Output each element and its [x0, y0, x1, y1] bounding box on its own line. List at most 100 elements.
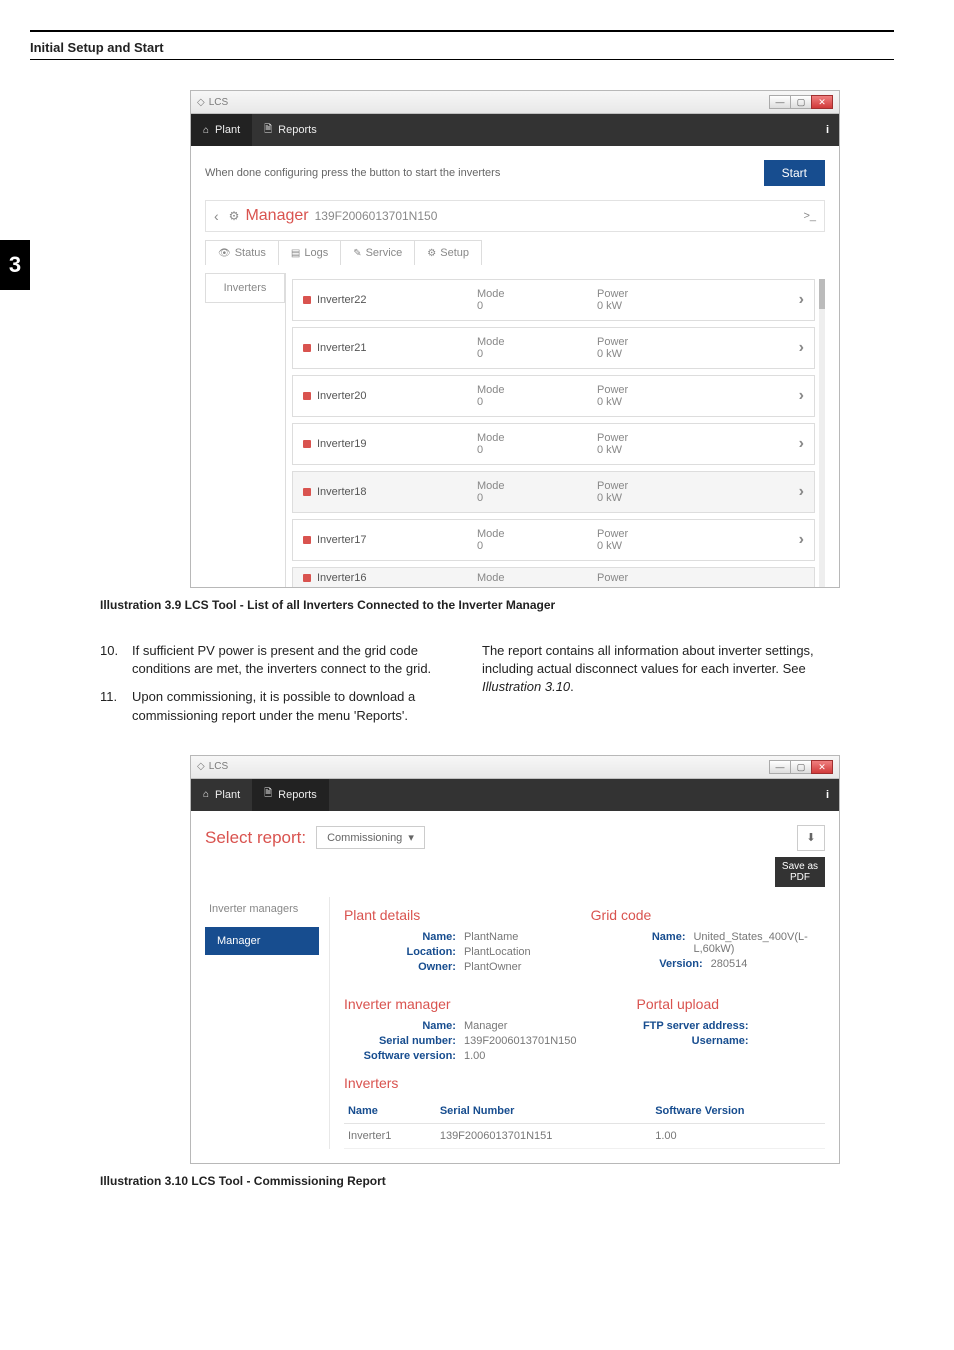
right-text-c: .	[570, 679, 574, 694]
window-controls: —▢✕	[770, 95, 833, 109]
save-pdf-l1: Save as	[781, 861, 819, 872]
kv-row: Username:	[637, 1035, 825, 1047]
body-two-col: 10. If sufficient PV power is present an…	[100, 642, 824, 735]
scrollbar-track[interactable]	[819, 279, 825, 587]
kv-key: Owner:	[344, 961, 464, 973]
nav-plant-label: Plant	[215, 124, 240, 136]
tab-service[interactable]: ✎ Service	[340, 240, 415, 265]
sidetab-inverters[interactable]: Inverters	[205, 273, 285, 303]
step-10-text: If sufficient PV power is present and th…	[132, 642, 442, 678]
power-col: Power0 kW	[597, 384, 717, 408]
step-10-num: 10.	[100, 642, 132, 678]
tab-logs[interactable]: ▤ Logs	[278, 240, 341, 265]
window-titlebar-2: ◇ LCS —▢✕	[191, 756, 839, 779]
inverter-layout: Inverters Inverter22Mode0Power0 kW› Inver…	[205, 273, 825, 587]
td-serial: 139F2006013701N151	[436, 1123, 651, 1148]
td-sw: 1.00	[651, 1123, 825, 1148]
select-report-row: Select report: Commissioning ▾ ⬇	[205, 825, 825, 851]
kv-value: 1.00	[464, 1050, 485, 1062]
table-row: Inverter1139F2006013701N1511.00	[344, 1123, 825, 1148]
nav-info[interactable]: i	[826, 124, 839, 136]
home-icon: ⌂	[203, 125, 209, 136]
inverter-name: Inverter16	[317, 572, 477, 584]
inverter-row[interactable]: Inverter22Mode0Power0 kW›	[292, 279, 815, 321]
report-layout: Inverter managers Manager Plant details …	[205, 897, 825, 1149]
download-icon: ⬇	[806, 831, 815, 844]
nav-reports[interactable]: 🗎 Reports	[252, 114, 329, 146]
mode-col: Mode0	[477, 480, 597, 504]
inverters-section-title: Inverters	[344, 1075, 825, 1091]
kv-row: Name:PlantName	[344, 931, 531, 943]
tab-service-label: Service	[366, 247, 403, 259]
manager-serial: 139F2006013701N150	[315, 209, 438, 223]
manager-row[interactable]: ‹ ⚙ Manager 139F2006013701N150 >_	[205, 200, 825, 232]
minimize-button[interactable]: —	[769, 760, 791, 774]
nav-plant-2[interactable]: ⌂ Plant	[191, 779, 252, 811]
inverter-name: Inverter21	[317, 342, 477, 354]
mode-col: Mode0	[477, 336, 597, 360]
close-button[interactable]: ✕	[811, 760, 833, 774]
portal-upload-title: Portal upload	[637, 996, 825, 1012]
lcs-inverters-window: ◇ LCS —▢✕ ⌂ Plant 🗎 Reports i When done …	[190, 90, 840, 588]
terminal-icon[interactable]: >_	[803, 210, 816, 222]
sidebar-item-manager[interactable]: Manager	[205, 927, 319, 955]
tab-status-label: Status	[235, 247, 266, 259]
inverter-list: Inverter22Mode0Power0 kW›Inverter21Mode0…	[285, 273, 825, 587]
scrollbar-thumb[interactable]	[819, 279, 825, 309]
kv-value: 280514	[711, 958, 748, 970]
plant-details-title: Plant details	[344, 907, 531, 923]
kv-key: Serial number:	[344, 1035, 464, 1047]
inverter-side: Inverters	[205, 273, 285, 587]
tab-setup[interactable]: ⚙ Setup	[414, 240, 482, 265]
inverter-manager-title: Inverter manager	[344, 996, 577, 1012]
maximize-button[interactable]: ▢	[790, 95, 812, 109]
kv-value: United_States_400V(L-L,60kW)	[693, 931, 825, 955]
inverter-row[interactable]: Inverter16ModePower	[292, 567, 815, 587]
nav-info-2[interactable]: i	[826, 789, 839, 801]
lcs-report-window: ◇ LCS —▢✕ ⌂ Plant 🗎 Reports i Select rep…	[190, 755, 840, 1164]
th-sw: Software Version	[651, 1099, 825, 1124]
minimize-button[interactable]: —	[769, 95, 791, 109]
mode-col: Mode0	[477, 384, 597, 408]
sitemap-icon: ⚙	[229, 209, 240, 223]
report-type-dropdown[interactable]: Commissioning ▾	[316, 826, 425, 849]
inverter-row[interactable]: Inverter17Mode0Power0 kW›	[292, 519, 815, 561]
gear-icon: ⚙	[427, 248, 436, 259]
inverter-row[interactable]: Inverter19Mode0Power0 kW›	[292, 423, 815, 465]
chevron-down-icon: ▾	[408, 831, 414, 844]
inverter-row[interactable]: Inverter21Mode0Power0 kW›	[292, 327, 815, 369]
illustration-3-9-caption: Illustration 3.9 LCS Tool - List of all …	[100, 598, 894, 612]
config-message: When done configuring press the button t…	[205, 167, 500, 179]
nav-plant[interactable]: ⌂ Plant	[191, 114, 252, 146]
maximize-button[interactable]: ▢	[790, 760, 812, 774]
save-pdf-l2: PDF	[781, 872, 819, 883]
close-button[interactable]: ✕	[811, 95, 833, 109]
status-dot-icon	[303, 344, 311, 352]
right-text-a: The report contains all information abou…	[482, 643, 814, 676]
inverter-row[interactable]: Inverter18Mode0Power0 kW›	[292, 471, 815, 513]
inverter-name: Inverter18	[317, 486, 477, 498]
tab-status[interactable]: 👁 Status	[205, 240, 279, 265]
chevron-right-icon: ›	[799, 291, 804, 309]
mode-col: Mode0	[477, 528, 597, 552]
nav-reports-2[interactable]: 🗎 Reports	[252, 779, 329, 811]
inverter-name: Inverter19	[317, 438, 477, 450]
illustration-3-10-caption: Illustration 3.10 LCS Tool - Commissioni…	[100, 1174, 894, 1188]
wrench-icon: ✎	[353, 248, 361, 259]
status-dot-icon	[303, 536, 311, 544]
window-controls-2: —▢✕	[770, 760, 833, 774]
download-button[interactable]: ⬇	[797, 825, 825, 851]
tab-logs-label: Logs	[304, 247, 328, 259]
inverter-row[interactable]: Inverter20Mode0Power0 kW›	[292, 375, 815, 417]
start-button[interactable]: Start	[764, 160, 825, 186]
status-dot-icon	[303, 574, 311, 582]
th-name: Name	[344, 1099, 436, 1124]
chevron-right-icon: ›	[799, 339, 804, 357]
mode-col: Mode0	[477, 432, 597, 456]
kv-key: Version:	[591, 958, 711, 970]
app-navbar-2: ⌂ Plant 🗎 Reports i	[191, 779, 839, 811]
file-icon: 🗎	[264, 786, 272, 803]
back-chevron-icon[interactable]: ‹	[214, 208, 219, 224]
report-type-value: Commissioning	[327, 832, 402, 844]
save-as-pdf-button[interactable]: Save as PDF	[775, 857, 825, 887]
